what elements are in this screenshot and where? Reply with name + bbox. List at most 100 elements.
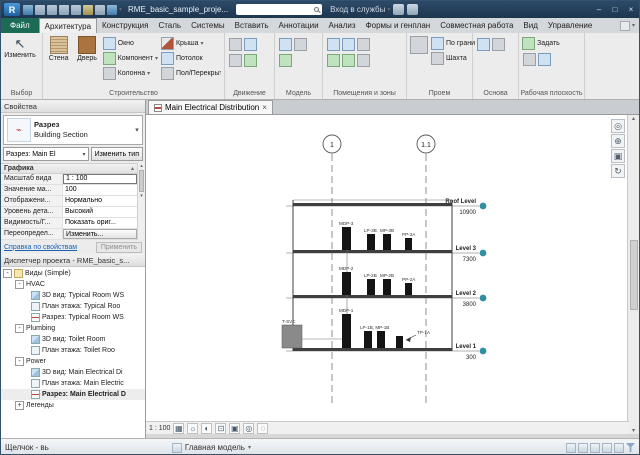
set-workplane-button[interactable]: Задать: [522, 36, 581, 51]
panel-mp-3b[interactable]: [383, 234, 391, 250]
tab-architecture[interactable]: Архитектура: [38, 18, 98, 33]
vertical-scrollbar[interactable]: ▴ ▾: [627, 115, 639, 434]
panel-mdp-2[interactable]: [342, 272, 351, 295]
editable-only-icon[interactable]: [566, 442, 576, 453]
minimize-button[interactable]: –: [591, 5, 607, 14]
sync-icon[interactable]: [47, 4, 57, 15]
tree-item[interactable]: План этажа: Toilet Roo: [1, 345, 145, 356]
model-text-icon[interactable]: [279, 37, 292, 51]
reveal-hidden-elements-icon[interactable]: ◌: [257, 422, 269, 434]
shaft-button[interactable]: Шахта: [431, 51, 475, 66]
save-icon[interactable]: [35, 4, 45, 15]
window-button[interactable]: Окно: [102, 36, 158, 51]
design-options-combo[interactable]: Главная модель: [185, 443, 245, 452]
ramp-icon[interactable]: [244, 37, 257, 51]
edit-type-button[interactable]: Изменить тип: [90, 147, 143, 161]
tab-manage[interactable]: Управление: [543, 18, 597, 33]
show-workplane-icon[interactable]: [523, 52, 536, 66]
collapse-icon[interactable]: -: [15, 324, 24, 333]
show-crop-region-icon[interactable]: ▣: [229, 422, 241, 434]
tab-systems[interactable]: Системы: [186, 18, 230, 33]
door-button[interactable]: Дверь: [74, 36, 99, 87]
level-marker-icon[interactable]: [479, 294, 487, 302]
panel-mdp-1[interactable]: [342, 314, 351, 348]
press-drag-icon[interactable]: [590, 442, 600, 453]
properties-help-link[interactable]: Справка по свойствам: [4, 244, 77, 251]
chevron-down-icon[interactable]: ▾: [132, 126, 142, 134]
sun-path-icon[interactable]: ☼: [187, 422, 199, 434]
visual-style-icon[interactable]: ▦: [173, 422, 185, 434]
panel-lp-1b[interactable]: [364, 331, 372, 348]
apply-button[interactable]: Применить: [95, 241, 142, 253]
display-model-field[interactable]: Нормально: [63, 196, 137, 206]
tag-icon[interactable]: [107, 4, 117, 15]
zoom-icon[interactable]: ⊕: [611, 134, 625, 148]
qat-customize-icon[interactable]: ▾: [119, 6, 122, 13]
close-view-icon[interactable]: ×: [262, 103, 267, 112]
maximize-button[interactable]: □: [607, 5, 623, 14]
tab-steel[interactable]: Сталь: [153, 18, 186, 33]
collapse-icon[interactable]: -: [15, 357, 24, 366]
railing-icon[interactable]: [229, 37, 242, 51]
revit-logo-icon[interactable]: R: [4, 3, 20, 16]
close-button[interactable]: ×: [623, 5, 639, 14]
exchange-apps-icon[interactable]: [393, 4, 405, 15]
level2-slab[interactable]: [293, 295, 452, 298]
tree-group-plumbing[interactable]: - Plumbing: [1, 323, 145, 334]
panel-lp-3b[interactable]: [367, 234, 375, 250]
level-marker-icon[interactable]: [479, 202, 487, 210]
tab-insert[interactable]: Вставить: [230, 18, 274, 33]
panel-label-workplane[interactable]: Рабочая плоскость: [519, 88, 584, 99]
view-tab-active[interactable]: Main Electrical Distribution ×: [148, 100, 273, 114]
model-line-icon[interactable]: [294, 37, 307, 51]
shadows-icon[interactable]: ◐: [201, 422, 213, 434]
tab-view[interactable]: Вид: [518, 18, 542, 33]
tab-file[interactable]: Файл: [1, 18, 39, 33]
tree-item[interactable]: 3D вид: Typical Room WS: [1, 290, 145, 301]
scroll-thumb[interactable]: [139, 170, 144, 192]
roof-slab[interactable]: [293, 203, 452, 206]
filter-icon[interactable]: [626, 443, 635, 452]
panel-pp-2a[interactable]: [405, 283, 412, 295]
opening-by-face-button[interactable]: По грани: [431, 36, 475, 51]
properties-header[interactable]: Свойства: [1, 100, 145, 113]
expand-icon[interactable]: +: [15, 401, 24, 410]
properties-scrollbar[interactable]: ▴ ▾: [137, 163, 145, 240]
viewer-icon[interactable]: [538, 52, 551, 66]
scroll-thumb[interactable]: [629, 239, 638, 310]
panel-label-datum[interactable]: Основа: [473, 88, 518, 99]
tree-item[interactable]: План этажа: Typical Roo: [1, 301, 145, 312]
exclude-options-icon[interactable]: [578, 442, 588, 453]
area-icon[interactable]: [327, 53, 340, 67]
panel-label-rooms[interactable]: Помещения и зоны: [323, 88, 406, 99]
steering-wheel-icon[interactable]: ◎: [611, 119, 625, 133]
ribbon-minimize-icon[interactable]: ▾: [632, 22, 635, 29]
level-icon[interactable]: [477, 37, 490, 51]
zoom-box-icon[interactable]: ▣: [611, 149, 625, 163]
orbit-icon[interactable]: ↻: [611, 164, 625, 178]
panel-mp-1b[interactable]: [377, 331, 385, 348]
tag-area-icon[interactable]: [357, 53, 370, 67]
floor-button[interactable]: Пол/Перекрытие ▾: [160, 66, 221, 81]
tab-annotate[interactable]: Аннотации: [274, 18, 324, 33]
view-scale-input[interactable]: 1 : 100: [63, 174, 137, 184]
overrides-edit-button[interactable]: Изменить...: [63, 229, 137, 239]
measure-icon[interactable]: [95, 4, 105, 15]
tree-item[interactable]: 3D вид: Toilet Room: [1, 334, 145, 345]
print-icon[interactable]: [83, 4, 93, 15]
tab-massing-site[interactable]: Формы и генплан: [361, 18, 436, 33]
crop-view-icon[interactable]: ⊡: [215, 422, 227, 434]
search-input[interactable]: [236, 4, 323, 15]
stair-icon[interactable]: [229, 53, 242, 67]
drawing-area[interactable]: 1 1.1 Roof Level 10900 Level 3 7300 Leve…: [146, 115, 629, 421]
tab-analyze[interactable]: Анализ: [324, 18, 361, 33]
panel-tp-1a[interactable]: [396, 336, 403, 348]
model-group-icon[interactable]: [279, 53, 292, 67]
tag-room-icon[interactable]: [357, 37, 370, 51]
panel-label-select[interactable]: Выбор: [1, 88, 42, 99]
room-separator-icon[interactable]: [342, 37, 355, 51]
scale-value-field[interactable]: 100: [63, 185, 137, 195]
tree-group-legends[interactable]: + Легенды: [1, 400, 145, 411]
panel-pp-3a[interactable]: [405, 238, 412, 250]
worksets-icon[interactable]: [171, 442, 182, 453]
